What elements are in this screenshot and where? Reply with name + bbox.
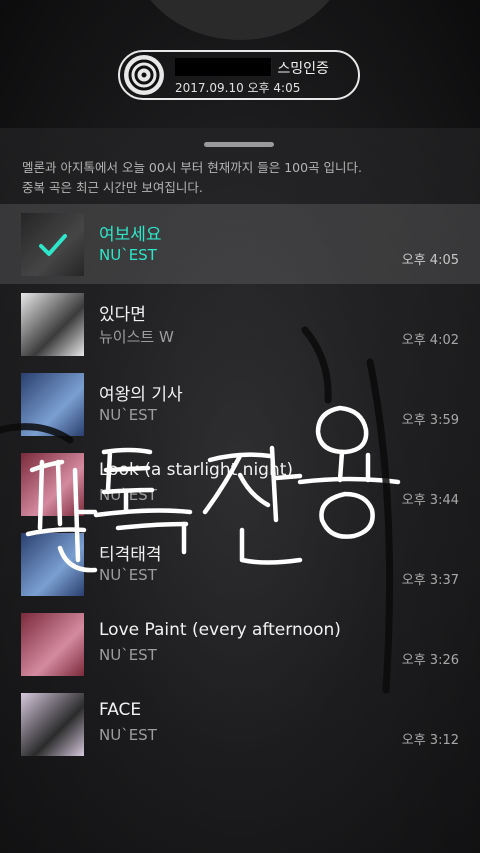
- song-title: 티격태격: [99, 545, 162, 565]
- song-title: FACE: [99, 700, 142, 720]
- streaming-badge: 의 스밍인증 2017.09.10 오후 4:05: [118, 50, 360, 100]
- song-time: 오후 3:59: [401, 413, 459, 428]
- song-artist: 뉴이스트 W: [99, 328, 174, 346]
- drawer-handle[interactable]: [204, 142, 274, 147]
- song-time: 오후 3:37: [401, 573, 459, 588]
- song-artist: NU`EST: [99, 406, 157, 424]
- info-line-1: 멜론과 아지톡에서 오늘 00시 부터 현재까지 들은 100곡 입니다.: [22, 160, 363, 175]
- song-title: 여보세요: [99, 225, 162, 245]
- redacted-name: [175, 58, 271, 76]
- song-artist: NU`EST: [99, 246, 157, 264]
- history-info: 멜론과 아지톡에서 오늘 00시 부터 현재까지 들은 100곡 입니다. 중복…: [22, 158, 362, 198]
- song-row[interactable]: Love Paint (every afternoon) NU`EST 오후 3…: [0, 604, 480, 684]
- song-time: 오후 4:02: [401, 333, 459, 348]
- song-row[interactable]: FACE NU`EST 오후 3:12: [0, 684, 480, 764]
- song-row[interactable]: Look (a starlight night) NU`EST 오후 3:44: [0, 444, 480, 524]
- badge-date: 2017.09.10 오후 4:05: [175, 81, 301, 95]
- song-row[interactable]: 티격태격 NU`EST 오후 3:37: [0, 524, 480, 604]
- album-art: [21, 293, 84, 356]
- song-artist: NU`EST: [99, 646, 157, 664]
- song-time: 오후 3:12: [401, 733, 459, 748]
- song-row[interactable]: 여왕의 기사 NU`EST 오후 3:59: [0, 364, 480, 444]
- song-title: Love Paint (every afternoon): [99, 620, 341, 640]
- song-artist: NU`EST: [99, 486, 157, 504]
- song-title: 여왕의 기사: [99, 385, 183, 405]
- album-art: [21, 373, 84, 436]
- checkmark-icon: [21, 213, 84, 276]
- song-title: 있다면: [99, 305, 146, 325]
- song-title: Look (a starlight night): [99, 460, 294, 480]
- album-art: [21, 613, 84, 676]
- info-line-2: 중복 곡은 최근 시간만 보여집니다.: [22, 180, 203, 195]
- album-art: [21, 533, 84, 596]
- album-art: [21, 693, 84, 756]
- song-artist: NU`EST: [99, 566, 157, 584]
- vinyl-record-icon: [124, 55, 164, 95]
- album-art: [21, 213, 84, 276]
- song-artist: NU`EST: [99, 726, 157, 744]
- song-time: 오후 3:44: [401, 493, 459, 508]
- song-row[interactable]: 있다면 뉴이스트 W 오후 4:02: [0, 284, 480, 364]
- song-time: 오후 4:05: [401, 253, 459, 268]
- top-disc-decoration: [130, 0, 350, 40]
- song-row[interactable]: 여보세요 NU`EST 오후 4:05: [0, 204, 480, 284]
- song-time: 오후 3:26: [401, 653, 459, 668]
- album-art: [21, 453, 84, 516]
